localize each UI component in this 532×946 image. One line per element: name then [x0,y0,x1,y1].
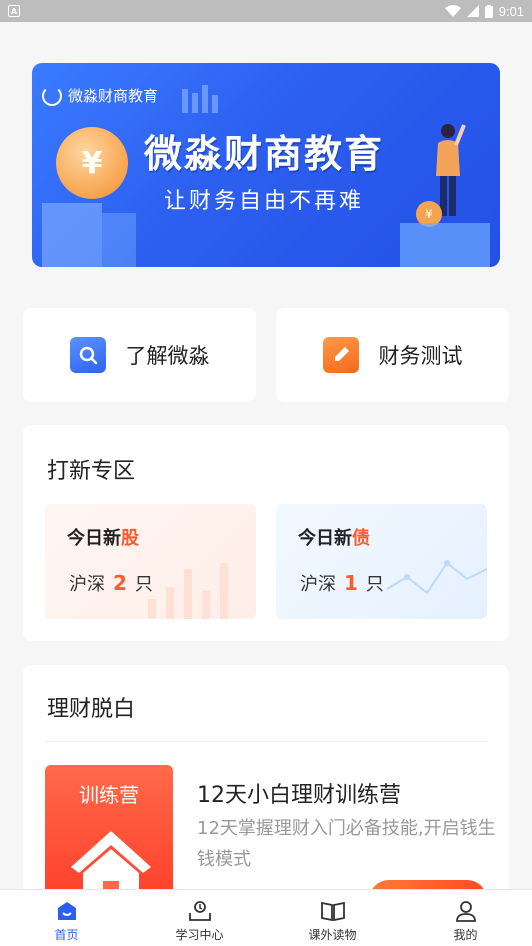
new-issue-section: 打新专区 今日新股 沪深 2 只 今日新债 沪深 1 只 [23,425,509,641]
new-bond-tag: 今日新债 [298,524,370,550]
profile-icon [453,898,479,924]
building-illustration [42,203,102,267]
status-bar: A 9:01 [0,0,532,22]
building-illustration [102,213,136,267]
new-stock-number: 2 [113,571,127,595]
finance-test-card[interactable]: 财务测试 [276,308,509,402]
platform-illustration [400,223,490,267]
new-stock-count: 沪深 2 只 [69,570,153,596]
new-stock-tag-highlight: 股 [121,528,139,549]
beginner-section: 理财脱白 训练营 12天小白理财训练营 12天掌握理财入门必备技能,开启钱生钱模… [23,665,509,925]
training-camp-thumb-label: 训练营 [79,783,139,807]
new-stock-card[interactable]: 今日新股 沪深 2 只 [45,504,256,619]
tab-home-label: 首页 [54,928,79,942]
new-bond-number: 1 [344,571,358,595]
learn-about-card[interactable]: 了解微淼 [23,308,256,402]
training-camp-title[interactable]: 12天小白理财训练营 [197,777,401,809]
banner-brand-name: 微淼财商教育 [68,87,159,105]
new-bond-tag-highlight: 债 [352,528,370,549]
learning-center-icon [187,898,213,924]
small-coin-symbol: ¥ [425,207,433,221]
new-bond-market: 沪深 [300,574,336,595]
coin-icon: ¥ [56,127,128,199]
home-icon [54,898,80,924]
new-stock-market: 沪深 [69,574,105,595]
new-stock-tag: 今日新股 [67,524,139,550]
tab-learning-center-label: 学习中心 [175,928,224,942]
finance-test-label: 财务测试 [378,344,463,368]
learn-about-label: 了解微淼 [125,344,210,368]
bar-decoration [212,95,218,113]
search-doc-icon [69,337,106,373]
bond-line-decoration [386,560,487,595]
new-bond-count: 沪深 1 只 [300,570,384,596]
new-stock-unit: 只 [134,574,153,595]
signal-icon [466,5,479,17]
stock-bars-decoration [148,563,228,619]
banner-headline: 微淼财商教育 [144,132,385,176]
tab-reading-label: 课外读物 [308,928,357,942]
book-icon [320,898,346,924]
status-right: 9:01 [444,3,524,19]
training-camp-thumbnail[interactable]: 训练营 [45,765,173,905]
brand-logo-icon [42,85,62,106]
app-notification-icon: A [8,5,20,17]
bar-decoration [182,89,188,113]
tab-learning-center[interactable]: 学习中心 [133,890,266,946]
tab-home[interactable]: 首页 [0,890,133,946]
new-bond-unit: 只 [365,574,384,595]
banner-subline: 让财务自由不再难 [164,189,365,214]
tab-mine-label: 我的 [453,928,478,942]
new-bond-tag-prefix: 今日新 [298,528,352,549]
tab-mine[interactable]: 我的 [399,890,532,946]
bottom-tab-bar: 首页 学习中心 课外读物 我的 [0,889,532,946]
beginner-title: 理财脱白 [47,697,136,722]
status-time: 9:01 [498,3,524,19]
promo-banner[interactable]: 微淼财商教育 ¥ 微淼财商教育 让财务自由不再难 ¥ [32,63,500,267]
bar-decoration [202,85,208,113]
tab-reading[interactable]: 课外读物 [266,890,399,946]
battery-icon [484,4,493,18]
edit-doc-icon [322,337,359,373]
new-stock-tag-prefix: 今日新 [67,528,121,549]
section-divider [45,741,487,742]
bar-decoration [192,93,198,113]
new-bond-card[interactable]: 今日新债 沪深 1 只 [276,504,487,619]
training-camp-description: 12天掌握理财入门必备技能,开启钱生钱模式 [197,818,496,870]
wifi-icon [444,5,461,17]
coin-symbol: ¥ [81,145,103,181]
banner-brand: 微淼财商教育 [42,85,158,106]
new-issue-title: 打新专区 [47,459,136,484]
